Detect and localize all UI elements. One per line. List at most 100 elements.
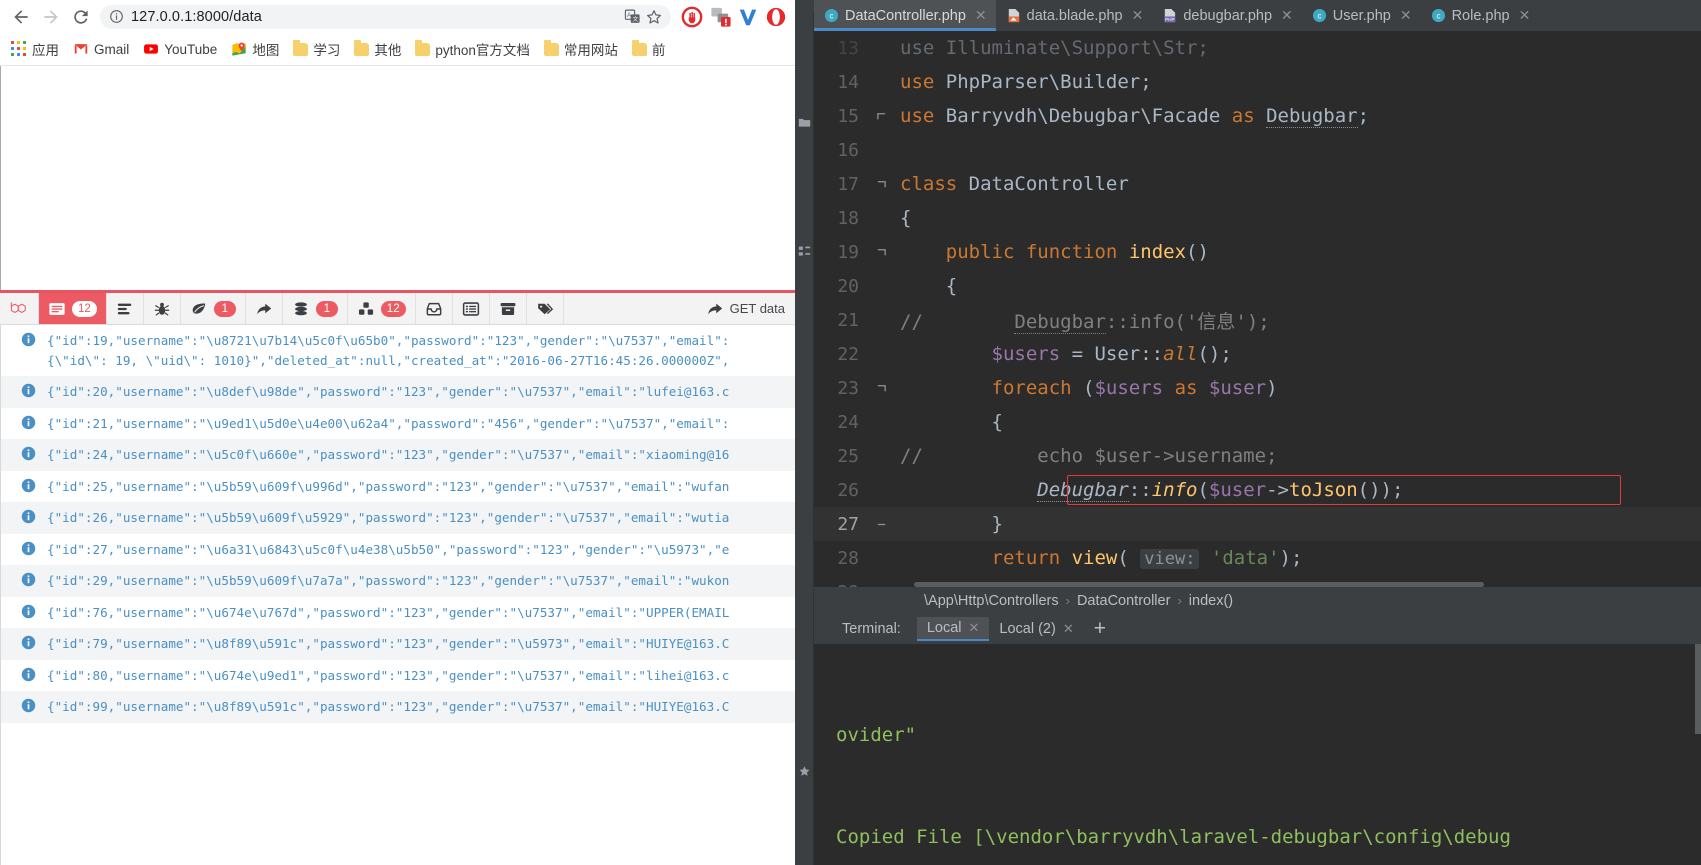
close-icon[interactable]: ✕: [969, 620, 980, 636]
editor-tab-role[interactable]: c Role.php ✕: [1421, 0, 1540, 31]
code-line[interactable]: 26 Debugbar::info($user->toJson());: [814, 473, 1701, 507]
bookmark-maps[interactable]: 地图: [224, 37, 286, 62]
folder-icon[interactable]: [798, 116, 811, 129]
editor-tab-debugbar[interactable]: PHP debugbar.php ✕: [1152, 0, 1301, 31]
message-row[interactable]: {"id":21,"username":"\u9ed1\u5d0e\u4e00\…: [1, 408, 795, 440]
adblock-extension-button[interactable]: [679, 4, 705, 30]
php-class-icon: c: [1312, 8, 1326, 23]
close-icon[interactable]: ✕: [975, 7, 987, 24]
code-line[interactable]: 14 use PhpParser\Builder;: [814, 65, 1701, 99]
message-row[interactable]: {"id":25,"username":"\u5b59\u609f\u996d"…: [1, 471, 795, 503]
bookmark-gmail[interactable]: Gmail: [66, 37, 136, 62]
code-line[interactable]: 19 public function index(): [814, 235, 1701, 269]
debugbar-tab-route[interactable]: [246, 293, 283, 324]
code-line[interactable]: 28 return view( view: 'data');: [814, 541, 1701, 575]
debugbar-current-request[interactable]: GET data: [696, 293, 795, 324]
code-line[interactable]: 27 }: [814, 507, 1701, 541]
debugbar-tab-views[interactable]: 1: [181, 293, 246, 324]
code-line[interactable]: 16: [814, 133, 1701, 167]
bookmark-folder-python-docs[interactable]: python官方文档: [408, 37, 537, 62]
message-row[interactable]: {"id":26,"username":"\u5b59\u609f\u5929"…: [1, 502, 795, 534]
code-line[interactable]: 13 use Illuminate\Support\Str;: [814, 31, 1701, 65]
line-number: 23: [837, 377, 859, 399]
breadcrumb-namespace[interactable]: \App\Http\Controllers: [924, 593, 1059, 609]
archive-icon: [500, 302, 515, 315]
bookmark-star-button[interactable]: [643, 6, 665, 28]
debugbar-tab-exceptions[interactable]: [144, 293, 181, 324]
message-text: {"id":76,"username":"\u674e\u767d","pass…: [47, 604, 730, 620]
address-bar[interactable]: 127.0.0.1:8000/data A 文: [100, 4, 671, 29]
debugbar-tab-session[interactable]: [490, 293, 527, 324]
debugbar-tab-mails[interactable]: [416, 293, 453, 324]
message-row[interactable]: {"id":76,"username":"\u674e\u767d","pass…: [1, 597, 795, 629]
bookmark-folder-front[interactable]: 前: [625, 37, 673, 62]
bookmark-folder-study[interactable]: 学习: [286, 37, 347, 62]
back-button[interactable]: [6, 2, 36, 32]
breadcrumb-method[interactable]: index(): [1189, 593, 1233, 609]
parameter-hint: view:: [1140, 549, 1200, 569]
fold-marker-icon[interactable]: [876, 247, 887, 258]
code-line[interactable]: 20 {: [814, 269, 1701, 303]
terminal-line: Copied File [\vendor\barryvdh\laravel-de…: [836, 826, 1511, 848]
close-icon[interactable]: ✕: [1063, 621, 1074, 637]
editor-tab-datacontroller[interactable]: c DataController.php ✕: [814, 0, 996, 31]
terminal-tab-local[interactable]: Local ✕: [916, 617, 990, 641]
message-row[interactable]: {"id":24,"username":"\u5c0f\u660e","pass…: [1, 439, 795, 471]
translate-icon[interactable]: A 文: [621, 6, 643, 28]
fold-marker-icon[interactable]: [876, 179, 887, 190]
editor-tab-data-blade[interactable]: data.blade.php ✕: [996, 0, 1153, 31]
close-icon[interactable]: ✕: [1132, 7, 1144, 24]
close-icon[interactable]: ✕: [1281, 7, 1293, 24]
add-terminal-button[interactable]: +: [1084, 617, 1116, 641]
close-icon[interactable]: ✕: [1400, 7, 1412, 24]
code-line[interactable]: 24 {: [814, 405, 1701, 439]
debugbar-messages-panel[interactable]: {"id":19,"username":"\u8721\u7b14\u5c0f\…: [0, 325, 795, 865]
bookmark-apps[interactable]: 应用: [4, 37, 66, 62]
code-line[interactable]: 25 // echo $user->username;: [814, 439, 1701, 473]
breadcrumb-class[interactable]: DataController: [1077, 593, 1171, 609]
code-line[interactable]: 17 class DataController: [814, 167, 1701, 201]
code-line[interactable]: 23 foreach ($users as $user): [814, 371, 1701, 405]
bookmark-folder-other[interactable]: 其他: [347, 37, 408, 62]
message-row[interactable]: {"id":20,"username":"\u8def\u98de","pass…: [1, 376, 795, 408]
forward-button[interactable]: [36, 2, 66, 32]
code-line[interactable]: 18 {: [814, 201, 1701, 235]
editor-tab-user[interactable]: c User.php ✕: [1302, 0, 1421, 31]
debugbar-tab-queries[interactable]: 1: [283, 293, 348, 324]
debugbar-tab-messages[interactable]: 12: [39, 293, 107, 324]
fold-marker-icon[interactable]: [876, 383, 887, 394]
debugbar-tab-gate[interactable]: [527, 293, 564, 324]
terminal-scrollbar[interactable]: [1695, 644, 1701, 734]
fold-marker-icon[interactable]: [876, 519, 887, 530]
debugbar-laravel-logo[interactable]: [0, 293, 39, 324]
message-row[interactable]: {"id":29,"username":"\u5b59\u609f\u7a7a"…: [1, 565, 795, 597]
code-line[interactable]: 22 $users = User::all();: [814, 337, 1701, 371]
message-text: {"id":19,"username":"\u8721\u7b14\u5c0f\…: [47, 331, 729, 370]
message-row[interactable]: {"id":79,"username":"\u8f89\u591c","pass…: [1, 628, 795, 660]
star-icon[interactable]: [798, 765, 811, 778]
debugbar-tab-request[interactable]: [453, 293, 490, 324]
structure-icon[interactable]: [798, 245, 811, 258]
code-editor[interactable]: 13 use Illuminate\Support\Str; 14 use Ph…: [814, 31, 1701, 587]
editor-tab-label: data.blade.php: [1026, 7, 1123, 24]
opera-extension-button[interactable]: [763, 4, 789, 30]
arrow-right-icon: [44, 9, 58, 24]
message-row[interactable]: {"id":99,"username":"\u8f89\u591c","pass…: [1, 691, 795, 723]
fold-marker-icon[interactable]: [876, 111, 887, 122]
message-text: {"id":80,"username":"\u674e\u9ed1","pass…: [47, 667, 730, 683]
code-line[interactable]: 21 // Debugbar::info('信息');: [814, 303, 1701, 337]
code-line[interactable]: 15 use Barryvdh\Debugbar\Facade as Debug…: [814, 99, 1701, 133]
terminal-tab-local-2[interactable]: Local (2) ✕: [989, 617, 1083, 641]
message-row[interactable]: {"id":80,"username":"\u674e\u9ed1","pass…: [1, 660, 795, 692]
reload-button[interactable]: [66, 2, 96, 32]
message-row[interactable]: {"id":27,"username":"\u6a31\u6843\u5c0f\…: [1, 534, 795, 566]
debugbar-tab-timeline[interactable]: [107, 293, 144, 324]
vimium-extension-button[interactable]: [735, 4, 761, 30]
close-icon[interactable]: ✕: [1519, 7, 1531, 24]
terminal-output[interactable]: ovider" Copied File [\vendor\barryvdh\la…: [814, 644, 1701, 865]
bookmark-youtube[interactable]: YouTube: [136, 37, 224, 62]
proxy-extension-button[interactable]: [707, 4, 733, 30]
debugbar-tab-models[interactable]: 12: [348, 293, 416, 324]
message-row[interactable]: {"id":19,"username":"\u8721\u7b14\u5c0f\…: [1, 325, 795, 376]
bookmark-folder-common-sites[interactable]: 常用网站: [537, 37, 625, 62]
